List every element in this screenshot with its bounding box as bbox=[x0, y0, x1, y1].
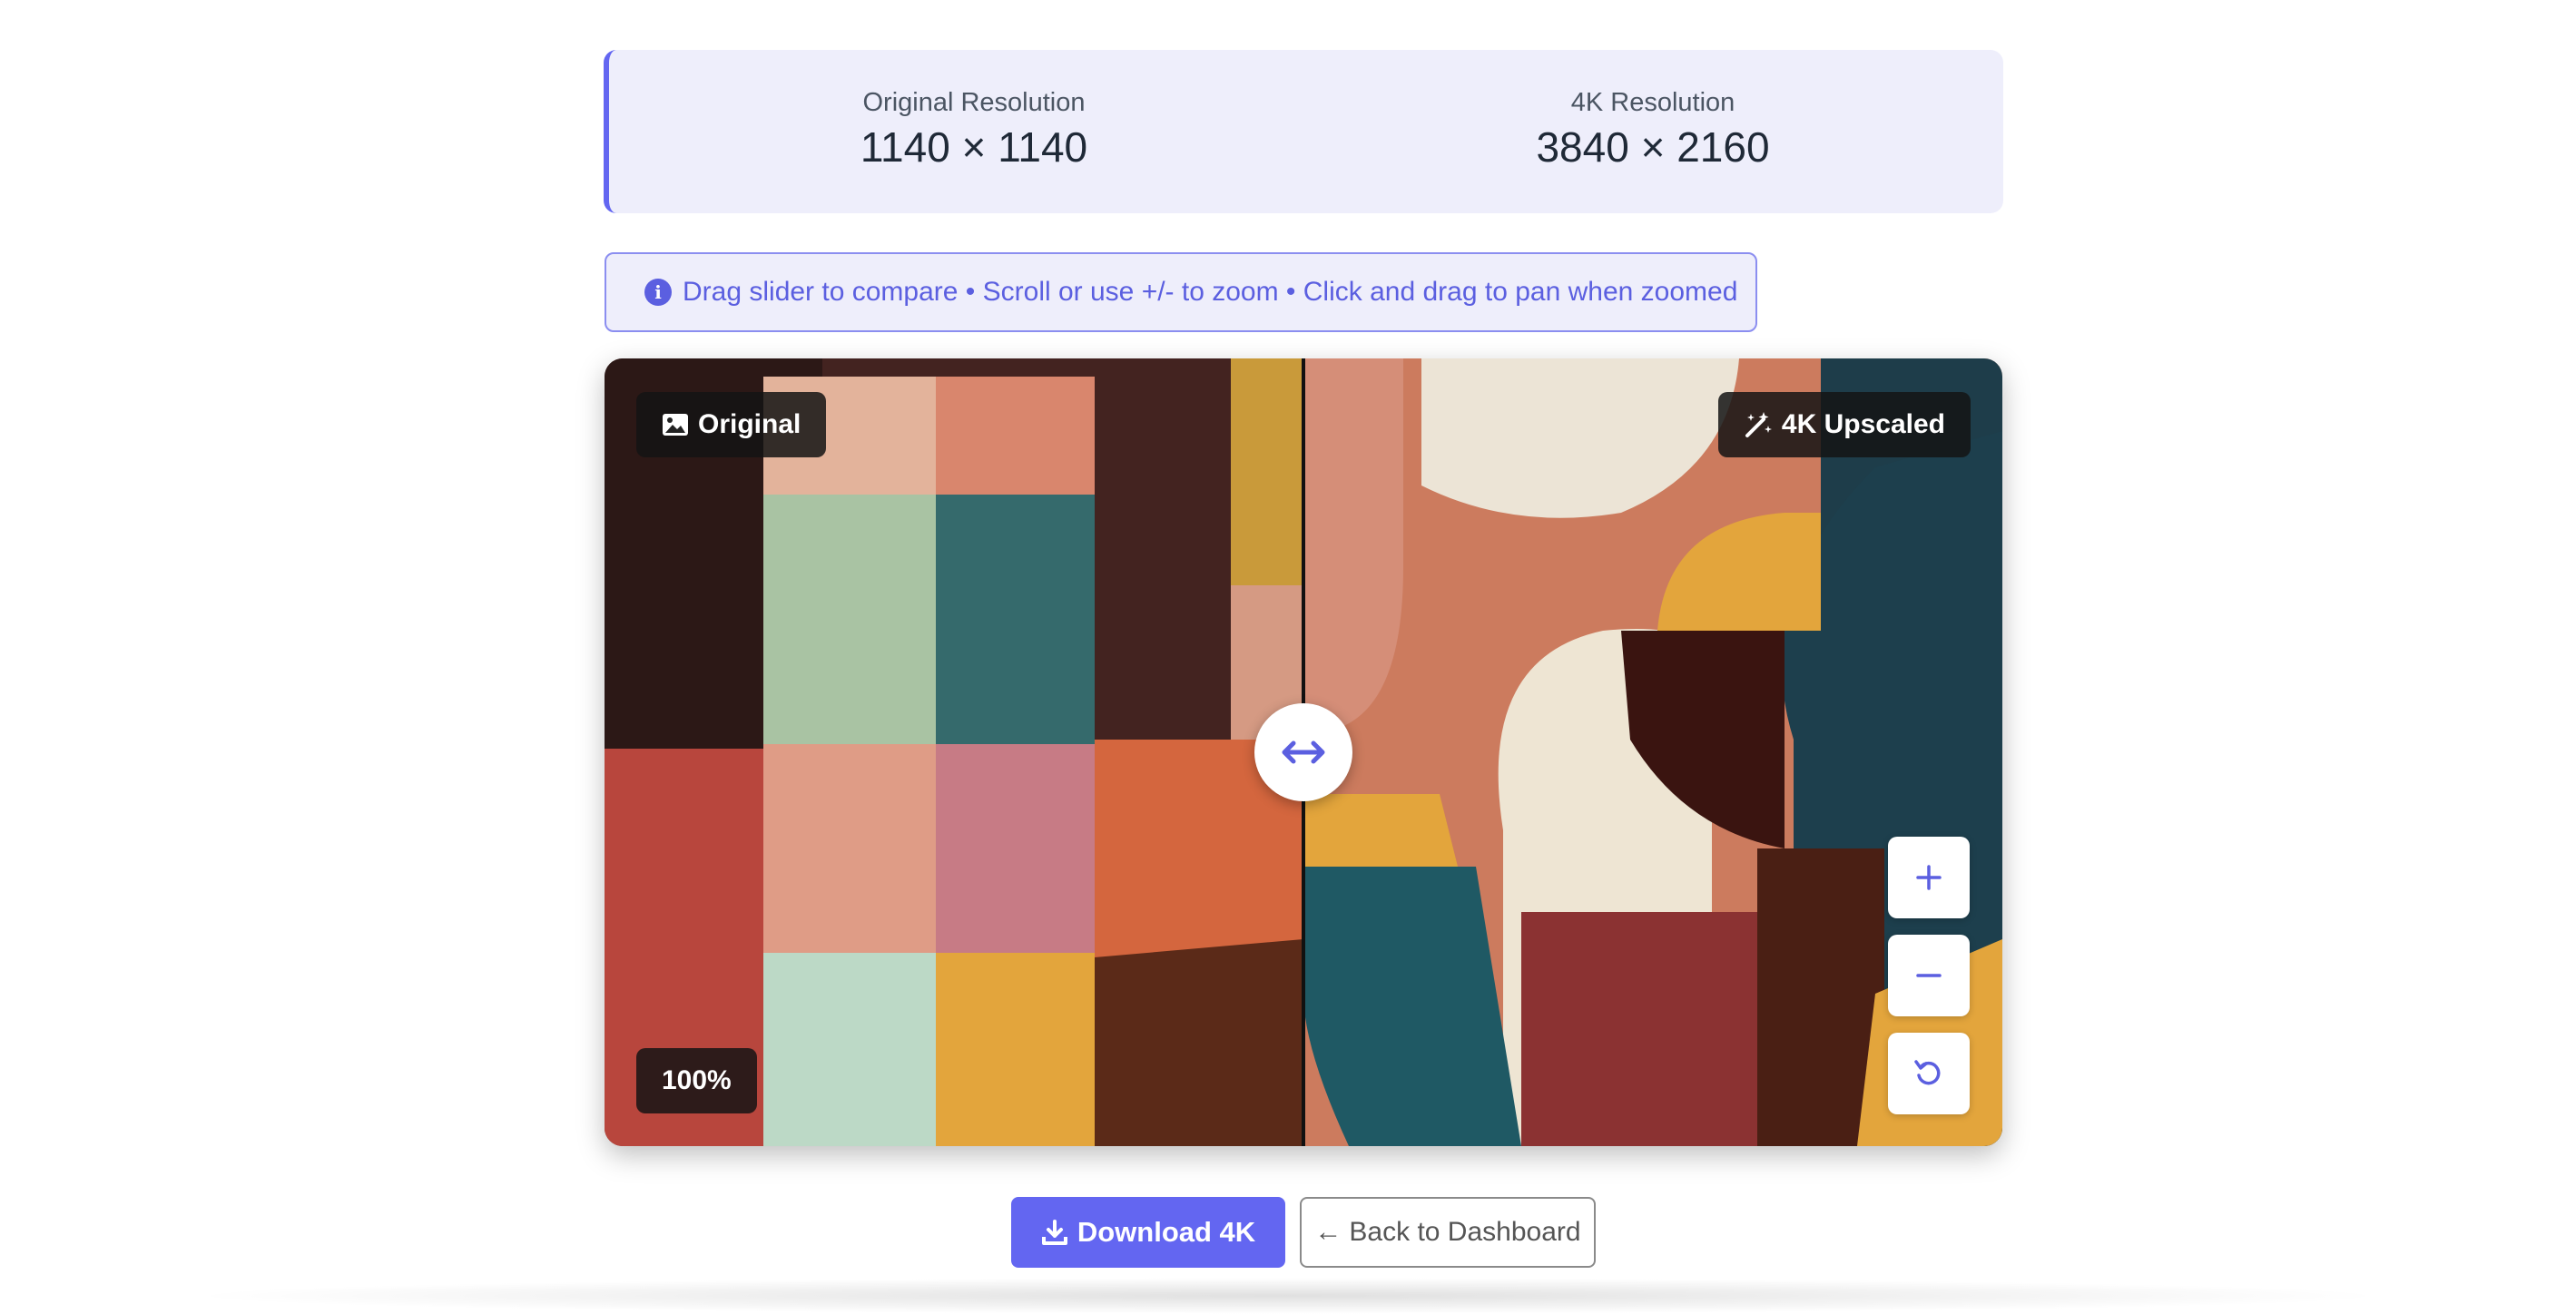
comparison-viewer[interactable]: Original 4K Upscaled 100% bbox=[605, 358, 2002, 1146]
magic-wand-icon bbox=[1745, 412, 1772, 437]
zoom-in-button[interactable] bbox=[1888, 837, 1970, 918]
upscaled-tag: 4K Upscaled bbox=[1717, 392, 1971, 457]
instructions-banner: i Drag slider to compare • Scroll or use… bbox=[605, 252, 1757, 332]
arrow-left-icon: ← bbox=[1314, 1217, 1342, 1247]
download-4k-label: Download 4K bbox=[1077, 1216, 1256, 1248]
slider-handle[interactable] bbox=[1254, 703, 1352, 801]
download-icon bbox=[1041, 1220, 1067, 1245]
original-tag: Original bbox=[636, 392, 827, 457]
resolution-card: Original Resolution 1140 × 1140 4K Resol… bbox=[604, 50, 2003, 213]
plus-icon bbox=[1916, 865, 1942, 890]
zoom-out-button[interactable] bbox=[1888, 935, 1970, 1016]
reset-icon bbox=[1914, 1060, 1941, 1085]
arrows-horizontal-icon bbox=[1282, 740, 1325, 764]
zoom-level-badge: 100% bbox=[636, 1048, 757, 1113]
original-resolution-value: 1140 × 1140 bbox=[860, 123, 1088, 171]
original-resolution: Original Resolution 1140 × 1140 bbox=[702, 86, 1246, 173]
original-tag-label: Original bbox=[698, 409, 801, 439]
info-icon: i bbox=[644, 279, 672, 306]
image-icon bbox=[663, 414, 688, 436]
upscaled-tag-label: 4K Upscaled bbox=[1781, 409, 1945, 439]
original-resolution-label: Original Resolution bbox=[862, 88, 1086, 117]
upscaled-resolution: 4K Resolution 3840 × 2160 bbox=[1381, 86, 1925, 173]
reset-zoom-button[interactable] bbox=[1888, 1033, 1970, 1114]
bottom-shadow bbox=[182, 1278, 2394, 1314]
download-4k-button[interactable]: Download 4K bbox=[1011, 1197, 1285, 1268]
back-to-dashboard-button[interactable]: ← Back to Dashboard bbox=[1300, 1197, 1596, 1268]
upscaled-resolution-label: 4K Resolution bbox=[1570, 88, 1735, 117]
upscaled-resolution-value: 3840 × 2160 bbox=[1536, 123, 1770, 171]
instructions-text: Drag slider to compare • Scroll or use +… bbox=[683, 277, 1738, 307]
minus-icon bbox=[1916, 974, 1942, 977]
zoom-level-value: 100% bbox=[662, 1065, 732, 1095]
back-to-dashboard-label: Back to Dashboard bbox=[1349, 1217, 1581, 1247]
